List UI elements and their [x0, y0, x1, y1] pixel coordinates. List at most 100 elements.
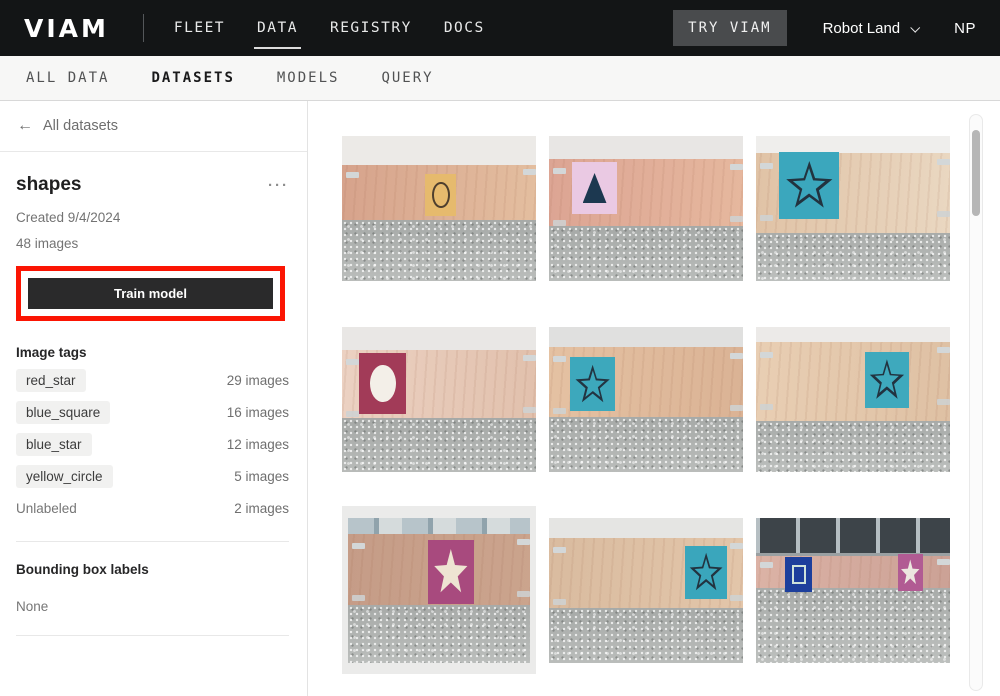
- shape-card-circle: [425, 174, 456, 216]
- org-name: Robot Land: [823, 20, 901, 37]
- photo-blue-square-and-magenta-star: [756, 518, 950, 663]
- dataset-image-thumbnail[interactable]: [342, 518, 536, 663]
- back-to-all-datasets-link[interactable]: ← All datasets: [0, 101, 307, 152]
- section-divider: [16, 635, 289, 636]
- photo-carpet-floor: [756, 588, 950, 663]
- content-area: ← All datasets shapes ··· Created 9/4/20…: [0, 101, 1000, 696]
- photo-maroon-card-circle-left: [342, 327, 536, 472]
- photo-plywood-wall: [756, 342, 950, 426]
- dataset-header-section: shapes ··· Created 9/4/2024 48 images Tr…: [0, 152, 307, 321]
- nav-divider: [143, 14, 144, 42]
- tag-pill-red-star[interactable]: red_star: [16, 369, 86, 392]
- ellipsis-menu-icon[interactable]: ···: [268, 177, 289, 194]
- bounding-box-heading: Bounding box labels: [16, 562, 289, 577]
- chevron-down-icon: [910, 22, 920, 32]
- photo-pink-card-triangle-left: [549, 136, 743, 281]
- circle-outline-shape: [432, 182, 449, 208]
- photo-carpet-floor: [549, 417, 743, 472]
- scrollbar-thumb[interactable]: [972, 130, 980, 216]
- dataset-title: shapes: [16, 174, 81, 196]
- dataset-image-count: 48 images: [16, 236, 289, 251]
- dataset-image-thumbnail[interactable]: [549, 327, 743, 472]
- shape-card-star: [685, 546, 728, 600]
- tag-count: 16 images: [227, 405, 289, 420]
- shape-card-star: [570, 357, 615, 411]
- dataset-sidebar: ← All datasets shapes ··· Created 9/4/20…: [0, 101, 308, 696]
- image-gallery-panel: [308, 101, 1000, 696]
- tag-row-blue-star: blue_star 12 images: [16, 433, 289, 456]
- shape-card-circle: [359, 353, 406, 414]
- star-fill-shape: [901, 559, 920, 586]
- image-tags-heading: Image tags: [16, 345, 289, 360]
- primary-nav: FLEET DATA REGISTRY DOCS: [174, 16, 485, 40]
- square-outline-shape: [792, 565, 806, 584]
- viam-logo[interactable]: VIAM: [24, 14, 109, 43]
- dataset-image-thumbnail[interactable]: [342, 327, 536, 472]
- photo-magenta-card-star-center-framed: [348, 518, 530, 663]
- nav-item-docs[interactable]: DOCS: [444, 16, 485, 40]
- photo-yellow-card-circle-center: [342, 136, 536, 281]
- tag-pill-blue-star[interactable]: blue_star: [16, 433, 92, 456]
- photo-teal-card-star-right-corner: [549, 518, 743, 663]
- unlabeled-label: Unlabeled: [16, 497, 77, 520]
- tab-all-data[interactable]: ALL DATA: [26, 70, 109, 86]
- org-switcher[interactable]: Robot Land: [823, 20, 919, 37]
- tag-row-yellow-circle: yellow_circle 5 images: [16, 465, 289, 488]
- shape-card-star: [779, 152, 839, 219]
- image-grid: [342, 136, 950, 663]
- user-avatar[interactable]: NP: [954, 20, 976, 37]
- photo-carpet-floor: [342, 418, 536, 472]
- nav-item-registry[interactable]: REGISTRY: [330, 16, 412, 40]
- top-navigation-bar: VIAM FLEET DATA REGISTRY DOCS TRY VIAM R…: [0, 0, 1000, 56]
- photo-carpet-floor: [756, 233, 950, 281]
- tag-pill-blue-square[interactable]: blue_square: [16, 401, 110, 424]
- tag-row-unlabeled: Unlabeled 2 images: [16, 497, 289, 520]
- shape-card-square: [785, 557, 812, 592]
- tag-count: 5 images: [234, 469, 289, 484]
- dataset-image-thumbnail[interactable]: [756, 327, 950, 472]
- dataset-image-thumbnail[interactable]: [756, 518, 950, 663]
- tab-models[interactable]: MODELS: [277, 70, 340, 86]
- tag-row-blue-square: blue_square 16 images: [16, 401, 289, 424]
- try-viam-button[interactable]: TRY VIAM: [673, 10, 786, 46]
- triangle-fill-shape: [583, 173, 607, 203]
- shape-card-star: [865, 352, 910, 409]
- photo-carpet-floor: [756, 421, 950, 472]
- tag-count: 12 images: [227, 437, 289, 452]
- photo-carpet-floor: [549, 226, 743, 281]
- dataset-image-thumbnail[interactable]: [549, 136, 743, 281]
- star-outline-shape: [785, 160, 833, 211]
- back-arrow-icon: ←: [17, 117, 33, 135]
- tab-datasets[interactable]: DATASETS: [151, 70, 234, 86]
- topbar-right: TRY VIAM Robot Land NP: [673, 10, 976, 46]
- tag-count: 29 images: [227, 373, 289, 388]
- bounding-box-section: Bounding box labels None: [0, 542, 307, 636]
- nav-item-fleet[interactable]: FLEET: [174, 16, 225, 40]
- circle-fill-shape: [370, 365, 396, 403]
- nav-item-data[interactable]: DATA: [257, 16, 298, 40]
- scrollbar-track[interactable]: [969, 114, 983, 691]
- tag-row-red-star: red_star 29 images: [16, 369, 289, 392]
- tag-count: 2 images: [234, 501, 289, 516]
- shape-card-triangle: [572, 162, 617, 214]
- photo-carpet-floor: [549, 608, 743, 663]
- photo-teal-card-star-left: [756, 136, 950, 281]
- tag-pill-yellow-circle[interactable]: yellow_circle: [16, 465, 113, 488]
- dataset-image-thumbnail[interactable]: [342, 136, 536, 281]
- star-outline-shape: [869, 358, 905, 401]
- dataset-image-thumbnail[interactable]: [756, 136, 950, 281]
- photo-teal-card-star-right: [756, 327, 950, 472]
- windows-dark-decoration: [756, 518, 950, 556]
- photo-teal-card-star-left-corner: [549, 327, 743, 472]
- data-tab-bar: ALL DATA DATASETS MODELS QUERY: [0, 56, 1000, 101]
- shape-card-star: [428, 540, 474, 604]
- dataset-image-thumbnail[interactable]: [549, 518, 743, 663]
- photo-carpet-floor: [342, 220, 536, 281]
- dataset-created-date: Created 9/4/2024: [16, 210, 289, 225]
- tab-query[interactable]: QUERY: [381, 70, 433, 86]
- star-outline-shape: [689, 552, 723, 593]
- star-outline-shape: [575, 364, 611, 405]
- star-fill-shape: [434, 548, 469, 595]
- train-model-button[interactable]: Train model: [28, 278, 273, 309]
- back-link-label: All datasets: [43, 118, 118, 134]
